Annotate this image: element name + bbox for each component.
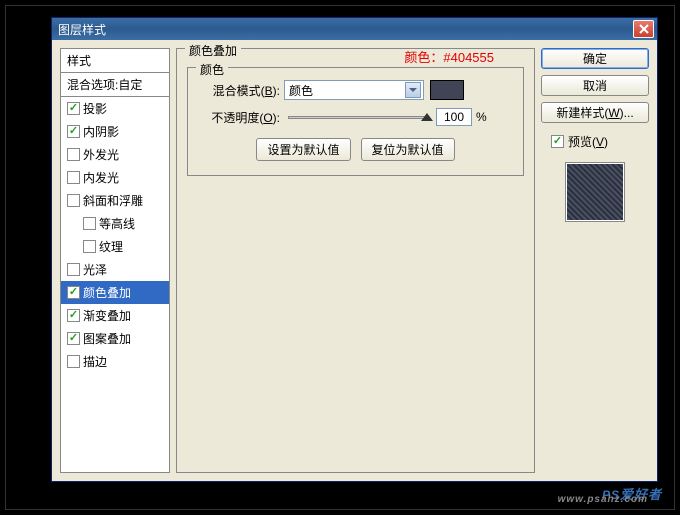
dialog-titlebar: 图层样式 bbox=[52, 18, 657, 40]
style-checkbox[interactable] bbox=[67, 148, 80, 161]
right-panel: 确定 取消 新建样式(W)... 预览(V) bbox=[541, 48, 649, 473]
color-fieldset: 颜色 混合模式(B): 颜色 不透明度(O): bbox=[187, 67, 524, 176]
watermark-url: www.psahz.com bbox=[558, 494, 648, 505]
style-item-label: 投影 bbox=[83, 100, 107, 117]
new-style-button[interactable]: 新建样式(W)... bbox=[541, 102, 649, 123]
close-button[interactable] bbox=[633, 20, 654, 38]
style-checkbox[interactable] bbox=[67, 355, 80, 368]
opacity-unit: % bbox=[476, 110, 487, 124]
style-checkbox[interactable] bbox=[67, 263, 80, 276]
style-item[interactable]: 图案叠加 bbox=[61, 327, 169, 350]
fieldset-legend: 颜色 bbox=[196, 61, 228, 78]
style-item[interactable]: 斜面和浮雕 bbox=[61, 189, 169, 212]
style-item-label: 渐变叠加 bbox=[83, 307, 131, 324]
style-item-label: 描边 bbox=[83, 353, 107, 370]
ok-button[interactable]: 确定 bbox=[541, 48, 649, 69]
style-item[interactable]: 渐变叠加 bbox=[61, 304, 169, 327]
style-item[interactable]: 颜色叠加 bbox=[61, 281, 169, 304]
styles-list: 投影内阴影外发光内发光斜面和浮雕等高线纹理光泽颜色叠加渐变叠加图案叠加描边 bbox=[61, 97, 169, 472]
style-item[interactable]: 内发光 bbox=[61, 166, 169, 189]
opacity-input[interactable] bbox=[436, 108, 472, 126]
cancel-button[interactable]: 取消 bbox=[541, 75, 649, 96]
style-item[interactable]: 光泽 bbox=[61, 258, 169, 281]
blend-options-header[interactable]: 混合选项:自定 bbox=[61, 73, 169, 97]
chevron-down-icon bbox=[405, 82, 421, 98]
button-row: 设置为默认值 复位为默认值 bbox=[198, 138, 513, 161]
preview-checkbox-row[interactable]: 预览(V) bbox=[551, 133, 649, 150]
styles-header[interactable]: 样式 bbox=[61, 49, 169, 73]
set-default-button[interactable]: 设置为默认值 bbox=[256, 138, 350, 161]
blend-mode-row: 混合模式(B): 颜色 bbox=[198, 80, 513, 100]
dialog-title: 图层样式 bbox=[58, 21, 633, 38]
style-item[interactable]: 描边 bbox=[61, 350, 169, 373]
style-item[interactable]: 内阴影 bbox=[61, 120, 169, 143]
style-item-label: 光泽 bbox=[83, 261, 107, 278]
style-checkbox[interactable] bbox=[67, 125, 80, 138]
opacity-label: 不透明度(O): bbox=[198, 109, 280, 126]
watermark: PS爱好者 www.psahz.com bbox=[602, 482, 662, 505]
blend-mode-dropdown[interactable]: 颜色 bbox=[284, 80, 424, 100]
style-item[interactable]: 纹理 bbox=[61, 235, 169, 258]
style-checkbox[interactable] bbox=[67, 171, 80, 184]
style-item-label: 内发光 bbox=[83, 169, 119, 186]
style-checkbox[interactable] bbox=[67, 332, 80, 345]
layer-style-dialog: 图层样式 样式 混合选项:自定 投影内阴影外发光内发光斜面和浮雕等高线纹理光泽颜… bbox=[51, 17, 658, 482]
style-item-label: 颜色叠加 bbox=[83, 284, 131, 301]
preview-label: 预览(V) bbox=[568, 133, 608, 150]
main-panel: 颜色叠加 颜色：#404555 颜色 混合模式(B): 颜色 bbox=[176, 48, 535, 473]
blend-mode-label: 混合模式(B): bbox=[198, 82, 280, 99]
style-checkbox[interactable] bbox=[83, 217, 96, 230]
style-item-label: 外发光 bbox=[83, 146, 119, 163]
color-annotation: 颜色：#404555 bbox=[404, 47, 494, 66]
blend-mode-value: 颜色 bbox=[289, 82, 405, 99]
style-checkbox[interactable] bbox=[67, 194, 80, 207]
opacity-row: 不透明度(O): % bbox=[198, 108, 513, 126]
style-checkbox[interactable] bbox=[67, 286, 80, 299]
style-item-label: 内阴影 bbox=[83, 123, 119, 140]
styles-panel: 样式 混合选项:自定 投影内阴影外发光内发光斜面和浮雕等高线纹理光泽颜色叠加渐变… bbox=[60, 48, 170, 473]
preview-thumbnail bbox=[565, 162, 625, 222]
style-checkbox[interactable] bbox=[83, 240, 96, 253]
style-checkbox[interactable] bbox=[67, 309, 80, 322]
style-item[interactable]: 外发光 bbox=[61, 143, 169, 166]
main-panel-title: 颜色叠加 bbox=[185, 42, 241, 59]
style-item-label: 等高线 bbox=[99, 215, 135, 232]
preview-checkbox[interactable] bbox=[551, 135, 564, 148]
style-item-label: 斜面和浮雕 bbox=[83, 192, 143, 209]
style-item[interactable]: 等高线 bbox=[61, 212, 169, 235]
style-item-label: 纹理 bbox=[99, 238, 123, 255]
style-item[interactable]: 投影 bbox=[61, 97, 169, 120]
style-item-label: 图案叠加 bbox=[83, 330, 131, 347]
reset-default-button[interactable]: 复位为默认值 bbox=[361, 138, 455, 161]
opacity-slider[interactable] bbox=[288, 116, 428, 119]
color-swatch[interactable] bbox=[430, 80, 464, 100]
close-icon bbox=[639, 24, 649, 34]
style-checkbox[interactable] bbox=[67, 102, 80, 115]
slider-thumb-icon bbox=[421, 113, 433, 121]
